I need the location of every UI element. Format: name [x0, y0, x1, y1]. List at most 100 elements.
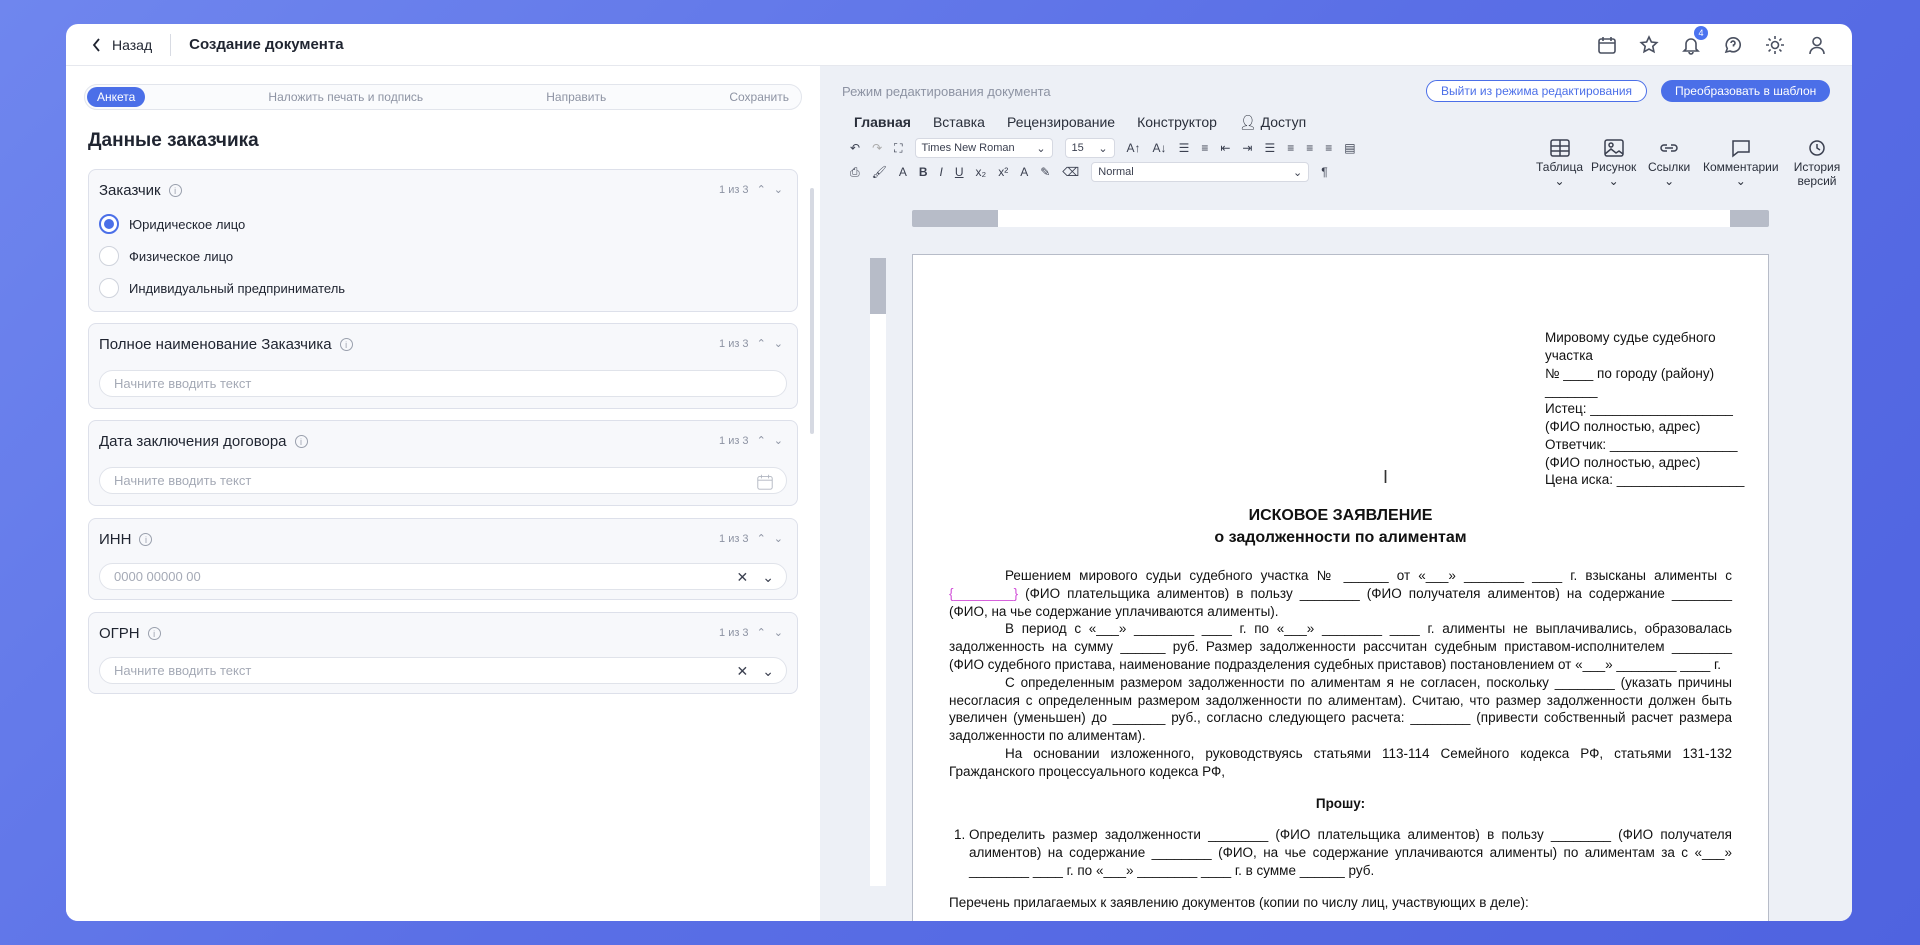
step-questionnaire[interactable]: Анкета — [87, 87, 146, 107]
chevron-up-icon[interactable]: ⌃ — [757, 337, 766, 350]
radio-button[interactable] — [99, 246, 119, 266]
chevron-down-icon[interactable]: ⌄ — [762, 663, 774, 680]
align-center-icon[interactable]: ≡ — [1306, 141, 1313, 155]
inn-input[interactable]: 0000 00000 00 ✕ ⌄ — [99, 563, 787, 590]
radio-label: Физическое лицо — [129, 248, 234, 264]
chevron-down-icon[interactable]: ⌄ — [774, 434, 783, 447]
info-icon[interactable]: i — [139, 533, 153, 546]
request-heading: Прошу: — [1315, 795, 1366, 811]
info-icon[interactable]: i — [168, 184, 182, 197]
tab-review[interactable]: Рецензирование — [1007, 114, 1115, 131]
clear-icon[interactable]: ✕ — [737, 569, 749, 586]
size-select[interactable]: 15 ⌄ — [1064, 138, 1115, 158]
chevron-up-icon[interactable]: ⌃ — [757, 626, 766, 639]
star-icon[interactable] — [1638, 34, 1660, 56]
align-right-icon[interactable]: ≡ — [1325, 141, 1332, 155]
ribbon-menu: Главная Вставка Рецензирование Конструкт… — [854, 114, 1306, 131]
redo-icon[interactable]: ↷ — [872, 141, 882, 155]
comment-icon — [1732, 140, 1750, 158]
chevron-down-icon[interactable]: ⌄ — [774, 337, 783, 350]
document-page[interactable]: Мировому судье судебного участка № ____ … — [912, 254, 1769, 921]
print-icon[interactable]: ⎙ — [850, 165, 860, 180]
placeholder-field[interactable]: {________} — [949, 586, 1018, 601]
radio-individual[interactable]: Физическое лицо — [99, 246, 233, 266]
subscript-icon[interactable]: x₂ — [976, 165, 987, 179]
line-spacing-icon[interactable]: ☰ — [1264, 141, 1275, 155]
vertical-ruler[interactable] — [870, 258, 886, 886]
table-button[interactable]: Таблица ⌄ — [1536, 138, 1583, 188]
radio-legal-entity[interactable]: Юридическое лицо — [99, 214, 245, 234]
select-icon[interactable]: ⛶ — [894, 141, 902, 156]
ogrn-card: ОГРН i 1 из 3 ⌃ ⌄ Начните вводить текст ✕ ⌄ — [88, 612, 798, 694]
font-size: 15 — [1071, 142, 1084, 154]
info-icon[interactable]: i — [147, 627, 161, 640]
back-button[interactable]: Назад — [92, 37, 152, 53]
grow-font-icon[interactable]: A↑ — [1127, 141, 1141, 155]
number-list-icon[interactable]: ≡ — [1201, 141, 1208, 155]
step-save[interactable]: Сохранить — [729, 90, 789, 104]
image-button[interactable]: Рисунок ⌄ — [1591, 138, 1636, 188]
outdent-icon[interactable]: ⇤ — [1220, 141, 1230, 155]
bold-icon[interactable]: B — [919, 165, 928, 179]
calendar-icon[interactable] — [756, 473, 774, 491]
info-icon[interactable]: i — [294, 435, 308, 448]
italic-icon[interactable]: I — [940, 165, 943, 179]
info-icon[interactable]: i — [339, 338, 353, 351]
tab-access[interactable]: 👤︎ Доступ — [1239, 114, 1306, 131]
bell-icon[interactable]: 4 — [1680, 26, 1708, 56]
section-title: Данные заказчика — [88, 130, 259, 151]
tab-constructor[interactable]: Конструктор — [1137, 114, 1217, 131]
superscript-icon[interactable]: x² — [998, 165, 1008, 179]
eraser-icon[interactable]: ⌫ — [1062, 165, 1079, 179]
horizontal-ruler[interactable] — [912, 210, 1769, 227]
clear-icon[interactable]: ✕ — [737, 663, 749, 680]
links-button[interactable]: Ссылки ⌄ — [1648, 138, 1690, 188]
align-justify-icon[interactable]: ▤ — [1344, 141, 1355, 155]
chevron-down-icon[interactable]: ⌄ — [762, 569, 774, 586]
chevron-up-icon[interactable]: ⌃ — [757, 532, 766, 545]
exit-edit-button[interactable]: Выйти из режима редактирования — [1426, 80, 1648, 102]
radio-entrepreneur[interactable]: Индивидуальный предприниматель — [99, 278, 345, 298]
font-color-icon[interactable]: A — [899, 165, 907, 179]
radio-button[interactable] — [99, 278, 119, 298]
highlight-icon[interactable]: ✎ — [1040, 165, 1050, 179]
bullet-list-icon[interactable]: ☰ — [1179, 141, 1190, 155]
comments-label: Комментарии — [1703, 160, 1779, 174]
chevron-up-icon[interactable]: ⌃ — [757, 434, 766, 447]
scrollbar[interactable] — [810, 188, 814, 434]
undo-icon[interactable]: ↶ — [850, 141, 860, 155]
sun-icon[interactable] — [1764, 34, 1786, 56]
text-color-icon[interactable]: A — [1020, 165, 1028, 179]
chevron-down-icon[interactable]: ⌄ — [774, 183, 783, 196]
step-sign[interactable]: Наложить печать и подпись — [268, 90, 423, 104]
pilcrow-icon[interactable]: ¶ — [1321, 165, 1327, 179]
tab-home[interactable]: Главная — [854, 114, 911, 131]
shrink-font-icon[interactable]: A↓ — [1153, 141, 1167, 155]
user-icon[interactable] — [1806, 34, 1828, 56]
date-input[interactable]: Начните вводить текст — [99, 467, 787, 494]
radio-button[interactable] — [99, 214, 119, 234]
chevron-up-icon[interactable]: ⌃ — [757, 183, 766, 196]
indent-icon[interactable]: ⇥ — [1242, 141, 1252, 155]
style-name: Normal — [1098, 166, 1134, 178]
calendar-icon[interactable] — [1596, 34, 1618, 56]
ogrn-input[interactable]: Начните вводить текст ✕ ⌄ — [99, 657, 787, 684]
format-painter-icon[interactable]: 🖌︎ — [872, 165, 887, 179]
convert-template-button[interactable]: Преобразовать в шаблон — [1661, 80, 1831, 102]
chevron-down-icon[interactable]: ⌄ — [774, 626, 783, 639]
fullname-input[interactable]: Начните вводить текст — [99, 370, 787, 397]
counter: 1 из 3 — [719, 183, 749, 196]
help-chat-icon[interactable] — [1722, 34, 1744, 56]
style-select[interactable]: Normal ⌄ — [1091, 162, 1310, 182]
version-history-button[interactable]: История версий — [1793, 138, 1841, 188]
counter: 1 из 3 — [719, 626, 749, 639]
font-name: Times New Roman — [921, 142, 1015, 154]
font-select[interactable]: Times New Roman ⌄ — [914, 138, 1053, 158]
inn-label: ИНН — [99, 531, 132, 548]
chevron-down-icon[interactable]: ⌄ — [774, 532, 783, 545]
align-left-icon[interactable]: ≡ — [1287, 141, 1294, 155]
tab-insert[interactable]: Вставка — [933, 114, 985, 131]
step-send[interactable]: Направить — [546, 90, 606, 104]
comments-button[interactable]: Комментарии ⌄ — [1703, 138, 1779, 188]
underline-icon[interactable]: U — [955, 165, 964, 179]
